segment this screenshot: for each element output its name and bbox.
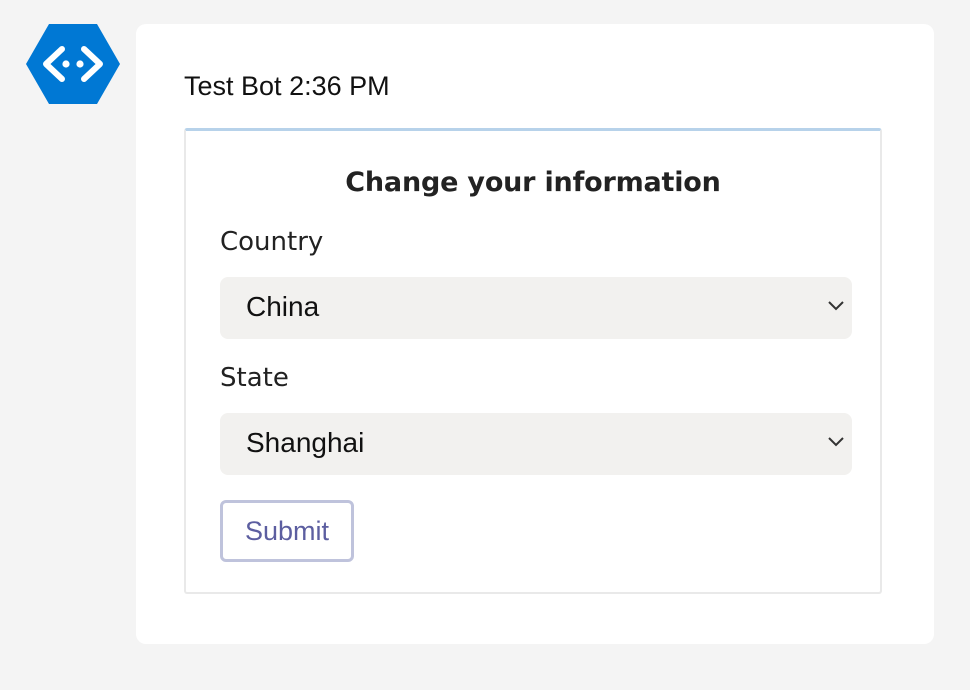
chevron-down-icon bbox=[826, 435, 846, 449]
bot-framework-icon bbox=[26, 24, 120, 104]
message-timestamp: 2:36 PM bbox=[289, 71, 390, 101]
chat-transcript: Test Bot 2:36 PM Change your information… bbox=[0, 0, 970, 690]
state-select[interactable]: Shanghai bbox=[220, 413, 852, 475]
sender-name: Test Bot bbox=[184, 71, 282, 101]
chevron-down-icon bbox=[826, 299, 846, 313]
country-label: Country bbox=[220, 227, 324, 257]
country-selected-value: China bbox=[246, 291, 320, 322]
adaptive-card: Change your information Country China St… bbox=[184, 128, 882, 594]
state-label: State bbox=[220, 363, 289, 393]
state-selected-value: Shanghai bbox=[246, 427, 365, 458]
card-title: Change your information bbox=[345, 167, 721, 198]
submit-button[interactable]: Submit bbox=[220, 500, 354, 562]
bot-message: Test Bot 2:36 PM Change your information… bbox=[136, 24, 934, 644]
message-header: Test Bot 2:36 PM bbox=[184, 71, 390, 102]
country-select[interactable]: China bbox=[220, 277, 852, 339]
